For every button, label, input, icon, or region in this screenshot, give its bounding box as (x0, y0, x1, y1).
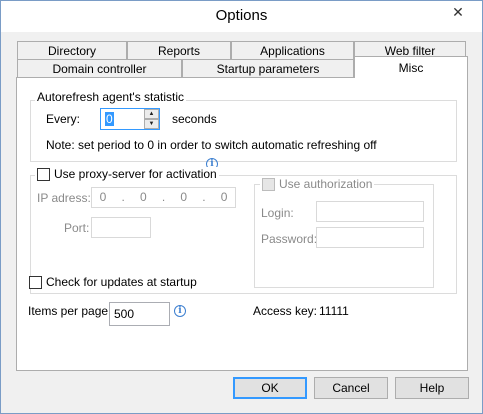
seconds-label: seconds (172, 112, 217, 126)
ip-dot: . (121, 190, 125, 204)
spin-down-icon[interactable]: ▼ (144, 119, 159, 129)
close-icon[interactable]: ✕ (441, 2, 475, 22)
use-authorization-checkbox[interactable] (262, 177, 275, 191)
ip-address-label: IP adress: (37, 191, 91, 205)
use-proxy-checkbox[interactable] (37, 167, 50, 181)
ip-dot: . (161, 190, 166, 204)
refresh-period-spinner[interactable]: 0 ▲ ▼ (100, 108, 160, 130)
window-title: Options (215, 7, 268, 24)
items-per-page-label: Items per page: (28, 304, 112, 318)
check-updates-checkbox[interactable] (29, 276, 42, 289)
access-key-label: Access key: (253, 304, 318, 318)
items-info-icon[interactable]: i (174, 305, 186, 317)
ok-button[interactable]: OK (233, 377, 307, 399)
tab-directory[interactable]: Directory (17, 41, 127, 60)
password-label: Password: (261, 232, 318, 246)
ip-octet-3[interactable]: 0 (180, 190, 187, 204)
use-authorization-label[interactable]: Use authorization (279, 177, 372, 191)
every-label: Every: (46, 112, 81, 126)
autorefresh-legend: Autorefresh agent's statistic (35, 90, 187, 104)
tab-startup-parameters[interactable]: Startup parameters (182, 59, 354, 78)
refresh-period-value[interactable]: 0 (105, 112, 114, 126)
access-key-value: 11111 (319, 304, 349, 318)
tab-misc[interactable]: Misc (354, 56, 468, 78)
tab-applications[interactable]: Applications (231, 41, 354, 60)
autorefresh-note: Note: set period to 0 in order to switch… (46, 138, 377, 152)
title-bar: Options ✕ (1, 1, 482, 32)
help-button[interactable]: Help (395, 377, 469, 399)
ip-octet-1[interactable]: 0 (100, 190, 107, 204)
autorefresh-group (30, 100, 457, 162)
misc-tab-panel: Autorefresh agent's statistic Every: 0 ▲… (16, 77, 468, 371)
tab-reports[interactable]: Reports (127, 41, 231, 60)
ip-octet-4[interactable]: 0 (221, 190, 228, 204)
login-label: Login: (261, 206, 294, 220)
dialog-client-area: Directory Reports Applications Web filte… (1, 32, 482, 413)
spin-up-icon[interactable]: ▲ (144, 109, 159, 119)
port-label: Port: (64, 221, 90, 235)
ip-octet-2[interactable]: 0 (140, 190, 147, 204)
options-dialog: Options ✕ Directory Reports Applications… (0, 0, 483, 414)
proxy-legend: Use proxy-server for activation (35, 167, 219, 181)
authorization-legend: Use authorization (260, 177, 375, 191)
login-field[interactable] (316, 201, 424, 222)
check-updates-label[interactable]: Check for updates at startup (46, 275, 197, 289)
port-field[interactable] (91, 217, 151, 238)
items-per-page-field[interactable]: 500 (109, 302, 170, 326)
use-proxy-label[interactable]: Use proxy-server for activation (54, 167, 217, 181)
cancel-button[interactable]: Cancel (314, 377, 388, 399)
ip-dot: . (202, 190, 206, 204)
password-field[interactable] (316, 227, 424, 248)
tab-domain-controller[interactable]: Domain controller (17, 59, 182, 78)
ip-address-field[interactable]: 0 . 0 . 0 . 0 (91, 187, 236, 208)
